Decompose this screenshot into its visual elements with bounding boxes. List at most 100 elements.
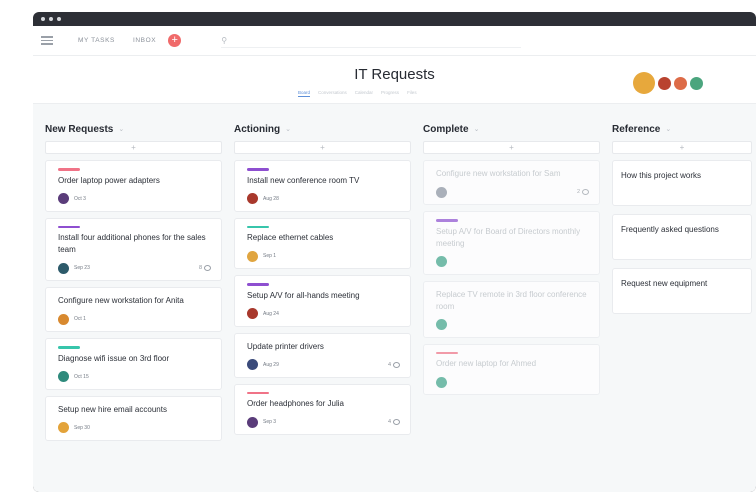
assignee-avatar[interactable] (436, 319, 447, 330)
task-tag (58, 225, 80, 228)
window-dot-icon[interactable] (57, 17, 61, 21)
column-header[interactable]: Reference ⌄ (612, 121, 752, 137)
due-date: Sep 1 (263, 253, 277, 259)
task-card[interactable]: How this project works (612, 160, 752, 206)
task-tag (247, 283, 269, 286)
task-title: Order headphones for Julia (247, 399, 344, 408)
task-card[interactable]: Setup A/V for all-hands meeting Aug 24 (234, 275, 411, 327)
board: New Requests ⌄ + Order laptop power adapter… (45, 121, 752, 447)
task-title: Order new laptop for Ahmed (436, 359, 537, 368)
tab-progress[interactable]: Progress (381, 90, 399, 97)
task-card[interactable]: Frequently asked questions (612, 214, 752, 260)
due-date: Aug 29 (263, 361, 279, 368)
member-avatar[interactable] (633, 72, 655, 94)
task-card[interactable]: Order headphones for Julia Sep 3 4 (234, 383, 411, 435)
column-title: New Requests (45, 123, 114, 135)
comment-count[interactable]: 4 (387, 361, 400, 368)
task-meta: 2 (436, 186, 589, 198)
task-card[interactable]: Replace ethernet cables Sep 1 (234, 217, 411, 269)
column-header[interactable]: Complete ⌄ (423, 121, 600, 137)
assignee-avatar[interactable] (58, 313, 69, 325)
assignee-avatar[interactable] (247, 308, 258, 319)
board-column: Actioning ⌄ + Install new conference room T… (234, 121, 411, 447)
hamburger-menu-icon[interactable] (41, 36, 53, 45)
chevron-down-icon[interactable]: ⌄ (665, 125, 671, 133)
task-card[interactable]: Install new conference room TV Aug 28 (234, 160, 411, 212)
task-card[interactable]: Order new laptop for Ahmed (423, 343, 600, 395)
assignee-avatar[interactable] (247, 416, 258, 428)
task-title: Install new conference room TV (247, 175, 360, 185)
nav-my-tasks[interactable]: MY TASKS (78, 37, 115, 44)
column-title: Complete (423, 123, 469, 135)
board-column: Complete ⌄ + Configure new workstation for … (423, 121, 600, 447)
due-date: Aug 24 (263, 310, 279, 317)
add-task-button[interactable]: + (423, 141, 600, 154)
task-card[interactable]: Install four additional phones for the s… (45, 217, 222, 281)
assignee-avatar[interactable] (58, 262, 69, 274)
task-card[interactable]: Update printer drivers Aug 29 4 (234, 332, 411, 378)
add-task-button[interactable]: + (234, 141, 411, 154)
task-tag (58, 168, 80, 171)
tab-calendar[interactable]: Calendar (355, 90, 373, 97)
view-tabs: Board Conversations Calendar Progress Files (298, 90, 417, 97)
window-dot-icon[interactable] (41, 17, 45, 21)
comment-count-value: 4 (387, 361, 391, 368)
tab-files[interactable]: Files (407, 90, 417, 97)
column-title: Actioning (234, 123, 281, 135)
add-task-button[interactable]: + (45, 141, 222, 154)
add-task-button[interactable]: + (612, 141, 752, 154)
assignee-avatar[interactable] (247, 250, 258, 262)
comment-count[interactable]: 2 (577, 189, 589, 195)
task-title: Order laptop power adapters (58, 175, 160, 185)
comment-count[interactable]: 4 (388, 419, 400, 425)
assignee-avatar[interactable] (247, 359, 258, 370)
tab-board[interactable]: Board (298, 90, 311, 97)
comment-count-value: 8 (198, 265, 202, 271)
comment-count[interactable]: 8 (199, 265, 211, 271)
due-date: Aug 28 (263, 195, 279, 202)
due-date: Oct 15 (74, 373, 89, 380)
assignee-avatar[interactable] (58, 371, 69, 382)
assignee-avatar[interactable] (58, 193, 69, 204)
assignee-avatar[interactable] (436, 186, 447, 198)
column-header[interactable]: Actioning ⌄ (234, 121, 411, 137)
task-card[interactable]: Replace TV remote in 3rd floor conferenc… (423, 280, 600, 338)
chevron-down-icon[interactable]: ⌄ (285, 125, 291, 133)
task-tag (247, 168, 269, 171)
task-meta: Aug 28 (247, 193, 400, 205)
member-avatar[interactable] (658, 76, 671, 90)
task-meta (436, 376, 589, 388)
task-tag (436, 351, 458, 354)
tab-conversations[interactable]: Conversations (318, 90, 347, 97)
assignee-avatar[interactable] (436, 376, 447, 388)
task-title: Frequently asked questions (621, 225, 719, 234)
task-card[interactable]: Setup new hire email accounts Sep 30 (45, 395, 222, 441)
task-card[interactable]: Request new equipment (612, 268, 752, 314)
task-meta: Sep 30 (58, 422, 211, 434)
task-card[interactable]: Order laptop power adapters Oct 3 (45, 160, 222, 212)
due-date: Oct 1 (74, 316, 86, 322)
search-input[interactable]: ⚲ (221, 34, 522, 48)
member-avatar[interactable] (690, 76, 703, 90)
task-card[interactable]: Configure new workstation for Sam 2 (423, 160, 600, 205)
chevron-down-icon[interactable]: ⌄ (118, 125, 124, 133)
assignee-avatar[interactable] (247, 193, 258, 204)
task-tag (58, 346, 80, 349)
member-avatar[interactable] (674, 76, 687, 90)
task-meta: Sep 23 8 (58, 262, 211, 274)
task-title: Setup new hire email accounts (58, 404, 167, 414)
task-tag (436, 219, 458, 222)
add-button[interactable]: + (168, 34, 182, 47)
task-title: Replace ethernet cables (247, 233, 334, 242)
window-chrome (33, 12, 756, 26)
assignee-avatar[interactable] (436, 256, 447, 267)
window-dot-icon[interactable] (49, 17, 53, 21)
column-header[interactable]: New Requests ⌄ (45, 121, 222, 137)
nav-inbox[interactable]: INBOX (133, 37, 156, 44)
task-tag (247, 225, 269, 228)
task-card[interactable]: Setup A/V for Board of Directors monthly… (423, 211, 600, 275)
task-card[interactable]: Configure new workstation for Anita Oct 1 (45, 287, 222, 332)
chevron-down-icon[interactable]: ⌄ (474, 125, 480, 133)
task-card[interactable]: Diagnose wifi issue on 3rd floor Oct 15 (45, 338, 222, 390)
assignee-avatar[interactable] (58, 422, 69, 433)
